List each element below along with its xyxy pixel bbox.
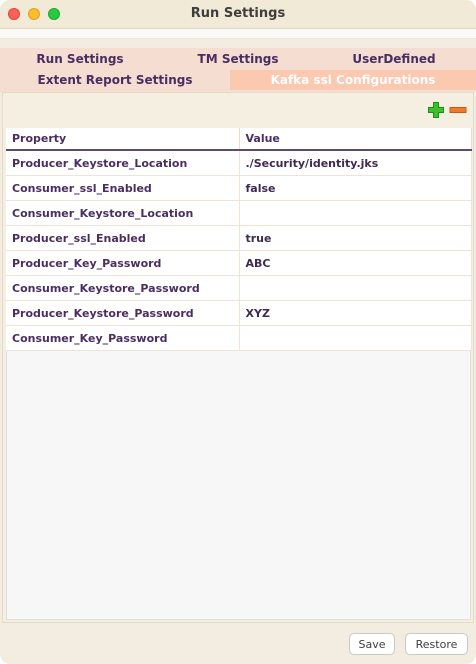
value-cell[interactable]: XYZ — [239, 300, 472, 326]
title-divider-strip — [0, 29, 476, 39]
property-cell[interactable]: Consumer_Keystore_Password — [6, 275, 240, 301]
value-cell[interactable]: ABC — [239, 250, 472, 276]
table-row[interactable]: Producer_Keystore_Location ./Security/id… — [6, 150, 472, 176]
property-cell[interactable]: Producer_Keystore_Password — [6, 300, 240, 326]
tab-kafka-ssl-configurations[interactable]: Kafka ssl Configurations — [230, 70, 476, 90]
tab-bar: Run Settings TM Settings UserDefined Ext… — [0, 48, 476, 92]
value-cell[interactable]: false — [239, 175, 472, 201]
minus-icon[interactable] — [449, 101, 467, 119]
value-cell[interactable] — [239, 325, 472, 351]
properties-table-container: Property Value Producer_Keystore_Locatio… — [6, 128, 472, 620]
title-bar: Run Settings — [0, 0, 476, 29]
table-header-row: Property Value — [6, 128, 472, 151]
table-row[interactable]: Consumer_Key_Password — [6, 325, 472, 351]
tab-tm-settings[interactable]: TM Settings — [158, 49, 318, 69]
column-header-value[interactable]: Value — [239, 128, 472, 151]
table-row[interactable]: Producer_Keystore_Password XYZ — [6, 300, 472, 326]
tab-extent-report-settings[interactable]: Extent Report Settings — [0, 70, 230, 90]
properties-table: Property Value Producer_Keystore_Locatio… — [6, 128, 472, 351]
property-cell[interactable]: Consumer_Key_Password — [6, 325, 240, 351]
property-cell[interactable]: Consumer_Keystore_Location — [6, 200, 240, 226]
run-settings-window: Run Settings Run Settings TM Settings Us… — [0, 0, 476, 664]
value-cell[interactable] — [239, 200, 472, 226]
table-row[interactable]: Consumer_ssl_Enabled false — [6, 175, 472, 201]
value-cell[interactable] — [239, 275, 472, 301]
restore-button[interactable]: Restore — [405, 633, 468, 655]
property-cell[interactable]: Consumer_ssl_Enabled — [6, 175, 240, 201]
table-row[interactable]: Consumer_Keystore_Password — [6, 275, 472, 301]
value-cell[interactable]: true — [239, 225, 472, 251]
table-row[interactable]: Producer_ssl_Enabled true — [6, 225, 472, 251]
plus-icon[interactable] — [427, 101, 445, 119]
property-cell[interactable]: Producer_Keystore_Location — [6, 150, 240, 176]
tab-userdefined[interactable]: UserDefined — [314, 49, 474, 69]
save-button[interactable]: Save — [349, 633, 395, 655]
tab-run-settings[interactable]: Run Settings — [0, 49, 160, 69]
property-cell[interactable]: Producer_Key_Password — [6, 250, 240, 276]
column-header-property[interactable]: Property — [6, 128, 240, 151]
table-row[interactable]: Consumer_Keystore_Location — [6, 200, 472, 226]
window-title: Run Settings — [190, 6, 286, 21]
property-cell[interactable]: Producer_ssl_Enabled — [6, 225, 240, 251]
table-row[interactable]: Producer_Key_Password ABC — [6, 250, 472, 276]
value-cell[interactable]: ./Security/identity.jks — [239, 150, 472, 176]
kafka-ssl-panel: Property Value Producer_Keystore_Locatio… — [2, 92, 474, 623]
